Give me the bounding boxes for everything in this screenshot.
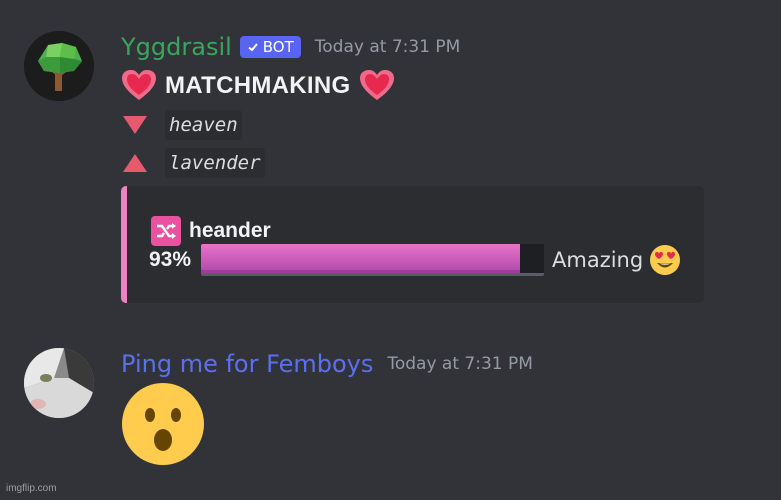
sparkling-heart-icon: [359, 70, 394, 100]
avatar-cat[interactable]: [24, 348, 94, 418]
sparkling-heart-icon: [122, 70, 156, 100]
bot-badge: BOT: [239, 36, 301, 58]
matchmaking-title-row: MATCHMAKING: [121, 70, 395, 102]
message-timestamp[interactable]: Today at 7:31 PM: [315, 37, 461, 57]
surprised-face-emoji-icon: [122, 383, 204, 465]
match-rating: Amazing: [552, 248, 644, 272]
avatar-yggdrasil[interactable]: [24, 31, 94, 101]
message-yggdrasil: Yggdrasil BOT Today at 7:31 PM MATCHMAKI…: [0, 0, 781, 320]
name-line-up: lavender: [121, 148, 265, 178]
message-ping-me: Ping me for Femboys Today at 7:31 PM: [0, 330, 781, 490]
red-triangle-up-icon: [123, 154, 147, 172]
heart-eyes-emoji-icon: [650, 245, 681, 275]
match-embed: heander 93% Amazing: [121, 186, 704, 303]
match-progress-fill: [201, 244, 520, 273]
match-percent: 93%: [149, 248, 192, 271]
name-code-first: heaven: [165, 110, 242, 140]
ship-name: heander: [189, 219, 271, 242]
red-triangle-down-icon: [123, 116, 147, 134]
match-progress-bar: [201, 244, 544, 276]
name-line-down: heaven: [121, 110, 242, 140]
message-timestamp[interactable]: Today at 7:31 PM: [387, 354, 533, 374]
checkmark-icon: [248, 43, 258, 52]
author-name[interactable]: Ping me for Femboys: [121, 350, 373, 378]
matchmaking-title: MATCHMAKING: [165, 72, 351, 99]
bot-badge-label: BOT: [262, 38, 294, 56]
author-name[interactable]: Yggdrasil: [121, 33, 232, 61]
cat-photo-icon: [24, 348, 94, 418]
tree-icon: [24, 31, 94, 101]
name-code-second: lavender: [165, 148, 265, 178]
watermark: imgflip.com: [6, 483, 57, 494]
shuffle-icon: [151, 216, 181, 246]
